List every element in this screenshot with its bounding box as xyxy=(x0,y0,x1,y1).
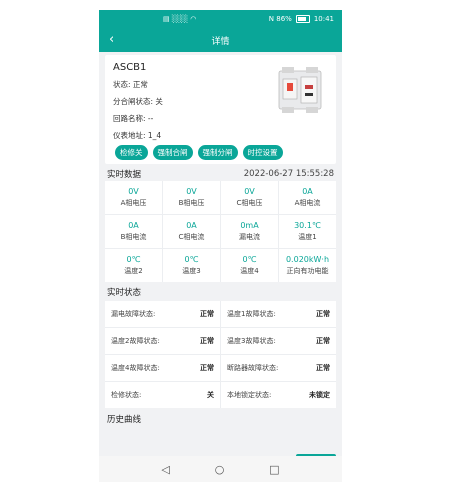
data-cell: 0.020kW·h 正向有功电能 xyxy=(279,249,336,282)
cell-label: B相电压 xyxy=(178,199,205,207)
meter-address: 仪表地址: 1_4 xyxy=(113,131,162,140)
status-item: 检修状态: 关 xyxy=(105,382,220,408)
title-bar: ‹ 详情 xyxy=(99,28,342,52)
status-item: 温度4故障状态: 正常 xyxy=(105,355,220,381)
back-arrow-icon[interactable]: ‹ xyxy=(109,32,114,48)
nav-home-icon[interactable]: ○ xyxy=(215,463,225,476)
section-title: 实时数据 xyxy=(107,170,142,180)
device-card: ASCB1 状态: 正常 分合闸状态: 关 回路名称: -- 仪表地址: 1_4… xyxy=(105,55,336,164)
realtime-data-header: 实时数据 2022-06-27 15:55:28 xyxy=(99,167,342,181)
clock: 10:41 xyxy=(313,15,334,23)
status-value: 关 xyxy=(207,391,214,399)
signal-icons: ▤ ░░░ ◠ xyxy=(163,15,197,23)
data-cell: 0V A相电压 xyxy=(105,181,162,214)
status-key: 本地锁定状态: xyxy=(227,391,272,399)
cell-value: 0℃ xyxy=(242,255,257,264)
cell-label: B相电流 xyxy=(120,233,147,241)
cell-label: 温度1 xyxy=(298,233,317,241)
cell-value: 0.020kW·h xyxy=(285,255,330,264)
data-timestamp: 2022-06-27 15:55:28 xyxy=(243,169,334,179)
status-key: 温度1故障状态: xyxy=(227,310,276,318)
cell-value: 0mA xyxy=(240,221,259,230)
cell-value: 0A xyxy=(302,187,313,196)
phone-screen: ▤ ░░░ ◠ N 86% 10:41 ‹ 详情 ASCB1 状态: 正常 分合… xyxy=(99,10,342,482)
maintenance-off-button[interactable]: 检修关 xyxy=(115,145,148,160)
status-item: 温度3故障状态: 正常 xyxy=(221,328,336,354)
section-title: 历史曲线 xyxy=(107,415,142,425)
status-key: 温度4故障状态: xyxy=(111,364,160,372)
data-cell: 0℃ 温度4 xyxy=(221,249,278,282)
data-cell: 0V B相电压 xyxy=(163,181,220,214)
status-item: 温度1故障状态: 正常 xyxy=(221,301,336,327)
cell-value: 0A xyxy=(128,221,139,230)
data-cell: 0℃ 温度2 xyxy=(105,249,162,282)
data-cell: 0A B相电流 xyxy=(105,215,162,248)
cell-label: 漏电流 xyxy=(239,233,260,241)
status-item: 温度2故障状态: 正常 xyxy=(105,328,220,354)
status-item: 本地锁定状态: 未锁定 xyxy=(221,382,336,408)
realtime-status-header: 实时状态 xyxy=(99,285,342,299)
status-key: 检修状态: xyxy=(111,391,142,399)
data-cell: 0V C相电压 xyxy=(221,181,278,214)
status-value: 正常 xyxy=(316,310,330,318)
nav-recent-icon[interactable]: □ xyxy=(269,463,279,476)
status-value: 正常 xyxy=(200,337,214,345)
data-cell: 0A A相电流 xyxy=(279,181,336,214)
cell-value: 0A xyxy=(186,221,197,230)
data-cell: 0mA 漏电流 xyxy=(221,215,278,248)
cell-value: 0℃ xyxy=(184,255,199,264)
cell-label: 温度2 xyxy=(124,267,143,275)
data-cell: 0℃ 温度3 xyxy=(163,249,220,282)
status-value: 未锁定 xyxy=(309,391,330,399)
status-value: 正常 xyxy=(316,364,330,372)
cell-label: 正向有功电能 xyxy=(286,267,329,275)
cell-label: 温度4 xyxy=(240,267,259,275)
page-title: 详情 xyxy=(211,36,230,47)
cell-label: C相电流 xyxy=(178,233,205,241)
status-value: 正常 xyxy=(316,337,330,345)
status-item: 漏电故障状态: 正常 xyxy=(105,301,220,327)
battery-icon xyxy=(295,15,310,23)
data-cell: 0A C相电流 xyxy=(163,215,220,248)
status-key: 温度3故障状态: xyxy=(227,337,276,345)
cell-label: C相电压 xyxy=(236,199,263,207)
status-key: 断路器故障状态: xyxy=(227,364,279,372)
timer-settings-button[interactable]: 时控设置 xyxy=(242,145,283,160)
status-value: 正常 xyxy=(200,310,214,318)
cell-label: 温度3 xyxy=(182,267,201,275)
battery-label: N 86% xyxy=(268,15,292,23)
status-item: 断路器故障状态: 正常 xyxy=(221,355,336,381)
cell-value: 0V xyxy=(128,187,139,196)
cell-label: A相电流 xyxy=(294,199,321,207)
cell-value: 0V xyxy=(244,187,255,196)
cell-value: 30.1℃ xyxy=(294,221,321,230)
nav-back-icon[interactable]: ◁ xyxy=(161,463,169,476)
system-nav-bar: ◁ ○ □ xyxy=(99,456,342,482)
data-cell: 30.1℃ 温度1 xyxy=(279,215,336,248)
status-grid: 漏电故障状态: 正常 温度1故障状态: 正常 温度2故障状态: 正常 温度3故障状态:… xyxy=(105,301,336,408)
status-key: 漏电故障状态: xyxy=(111,310,156,318)
status-key: 温度2故障状态: xyxy=(111,337,160,345)
history-header: 历史曲线 xyxy=(99,412,342,426)
section-title: 实时状态 xyxy=(107,288,142,298)
cell-value: 0V xyxy=(186,187,197,196)
force-open-button[interactable]: 强制分闸 xyxy=(197,145,238,160)
cell-value: 0℃ xyxy=(126,255,141,264)
status-value: 正常 xyxy=(200,364,214,372)
realtime-data-grid: 0V A相电压 0V B相电压 0V C相电压 0A A相电流 0A B相电流 0A C相电… xyxy=(105,181,336,282)
force-close-button[interactable]: 强制合闸 xyxy=(152,145,193,160)
cell-label: A相电压 xyxy=(120,199,147,207)
status-bar: ▤ ░░░ ◠ N 86% 10:41 xyxy=(99,10,342,28)
breaker-image-icon xyxy=(278,67,322,113)
